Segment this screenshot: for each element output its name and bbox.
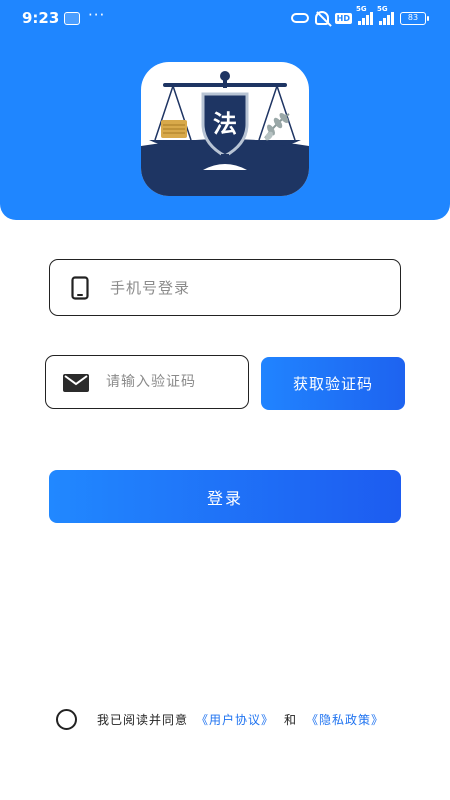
- signal-icon: 5G: [356, 5, 373, 25]
- logo-glyph: 法: [213, 110, 237, 138]
- status-bar: 9:23 ··· HD 5G 5G 83: [0, 0, 450, 36]
- status-more-indicator: ···: [88, 6, 106, 24]
- scales-of-justice-icon: 法: [141, 71, 309, 196]
- network-type-label: 5G: [377, 5, 388, 13]
- verification-code-field[interactable]: [45, 355, 249, 409]
- login-button[interactable]: 登录: [49, 470, 401, 523]
- link-icon: [290, 13, 309, 23]
- phone-field[interactable]: [49, 259, 401, 316]
- status-icons: HD 5G 5G 83: [290, 5, 429, 27]
- header-banner: 9:23 ··· HD 5G 5G 83 法: [0, 0, 450, 220]
- network-type-label: 5G: [356, 5, 367, 13]
- battery-icon: 83: [400, 11, 429, 25]
- signal-icon: 5G: [377, 5, 394, 25]
- mail-icon: [63, 374, 89, 396]
- phone-icon: [71, 276, 89, 304]
- privacy-policy-link[interactable]: 《隐私政策》: [306, 711, 384, 728]
- app-notification-icon: [64, 12, 80, 25]
- mute-icon: [314, 11, 329, 25]
- phone-input[interactable]: [110, 268, 380, 308]
- agreement-checkbox[interactable]: [56, 708, 77, 730]
- agreement-and: 和: [284, 712, 297, 727]
- verification-code-input[interactable]: [106, 364, 242, 400]
- agreement-text: 我已阅读并同意: [97, 712, 189, 727]
- login-screen: 9:23 ··· HD 5G 5G 83 法 手机号登录 请输入验证码 获取验证…: [0, 0, 450, 800]
- status-time: 9:23: [22, 9, 60, 27]
- hd-badge: HD: [334, 12, 352, 24]
- app-logo: 法: [141, 62, 309, 196]
- agreement-row: 我已阅读并同意 《用户协议》 和 《隐私政策》: [56, 708, 384, 730]
- user-agreement-link[interactable]: 《用户协议》: [196, 711, 274, 728]
- get-code-button[interactable]: 获取验证码: [261, 357, 405, 410]
